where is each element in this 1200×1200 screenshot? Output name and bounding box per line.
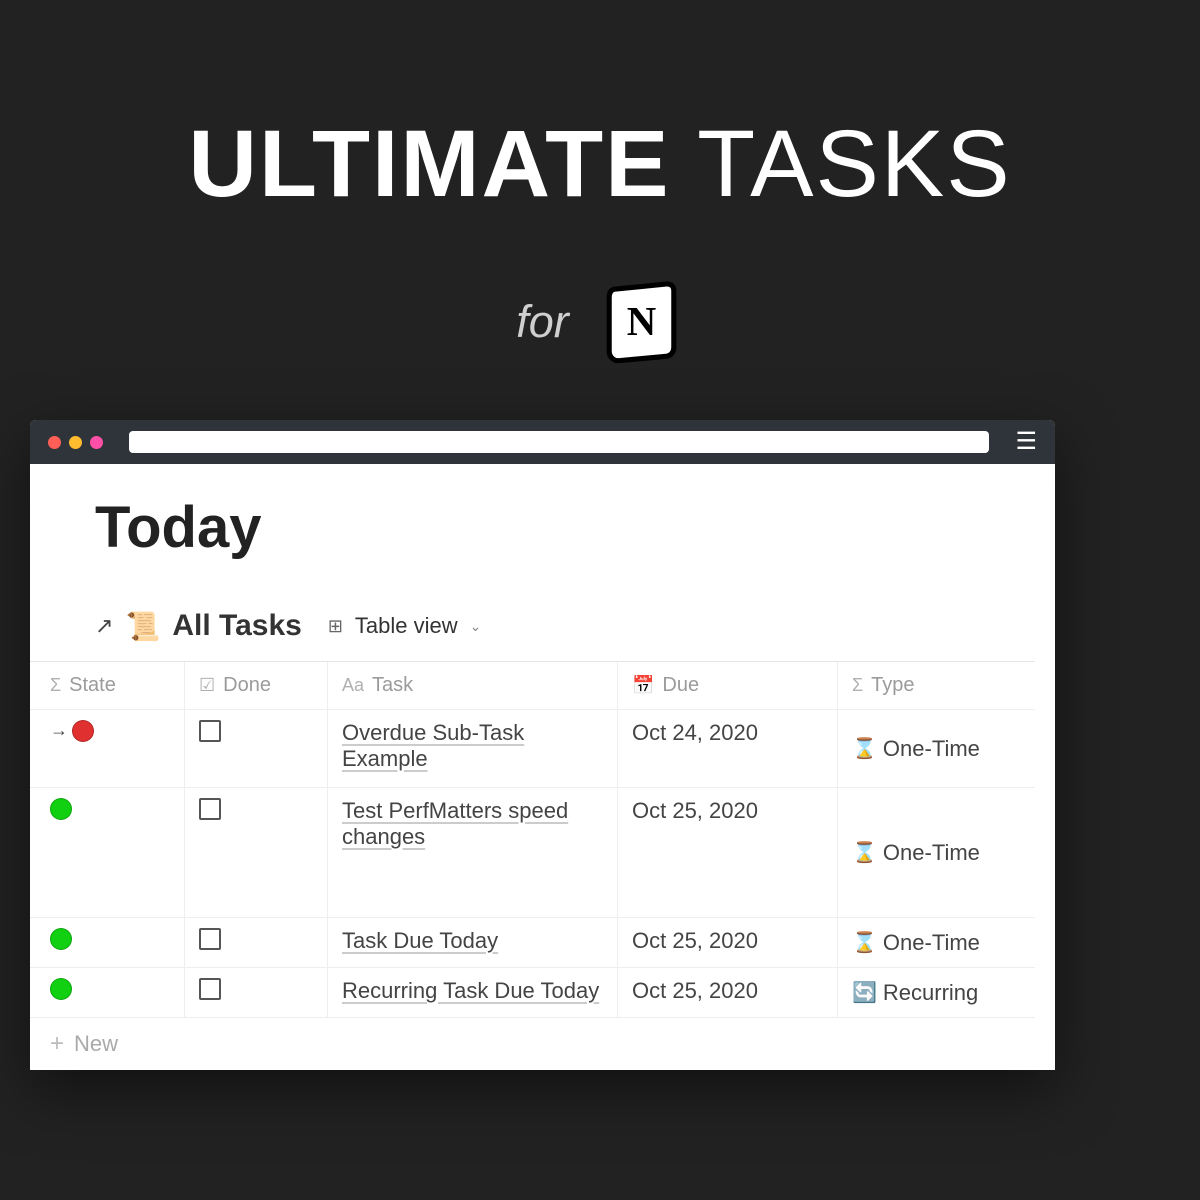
- state-dot-green-icon: [50, 798, 72, 820]
- table-row[interactable]: Recurring Task Due Today Oct 25, 2020 🔄R…: [30, 968, 1035, 1018]
- for-row: for N: [0, 279, 1200, 364]
- cell-task[interactable]: Overdue Sub-Task Example: [328, 710, 618, 787]
- cell-type: ⌛One-Time: [838, 918, 1035, 967]
- hero-title-bold: ULTIMATE: [188, 111, 670, 217]
- col-header-done[interactable]: ☑Done: [185, 662, 328, 709]
- address-bar[interactable]: [129, 431, 989, 453]
- table-row[interactable]: → Overdue Sub-Task Example Oct 24, 2020 …: [30, 710, 1035, 788]
- done-checkbox[interactable]: [199, 978, 221, 1000]
- cell-due[interactable]: Oct 25, 2020: [618, 918, 838, 967]
- table-row[interactable]: Task Due Today Oct 25, 2020 ⌛One-Time: [30, 918, 1035, 968]
- cell-state: →: [30, 710, 185, 787]
- cell-state: [30, 968, 185, 1017]
- notion-logo-icon: N: [599, 279, 684, 364]
- database-title[interactable]: All Tasks: [172, 609, 302, 643]
- view-controls: ↗ 📜 All Tasks ⊞ Table view ⌄: [95, 609, 1035, 643]
- for-text: for: [516, 296, 569, 348]
- checkbox-icon: ☑: [199, 675, 215, 696]
- cell-done: [185, 710, 328, 787]
- col-header-task[interactable]: AaTask: [328, 662, 618, 709]
- col-header-state[interactable]: ΣState: [30, 662, 185, 709]
- page-content: Today ↗ 📜 All Tasks ⊞ Table view ⌄ ΣStat…: [30, 464, 1055, 1070]
- done-checkbox[interactable]: [199, 720, 221, 742]
- state-dot-green-icon: [50, 978, 72, 1000]
- col-header-type[interactable]: ΣType: [838, 662, 1035, 709]
- hourglass-icon: ⌛: [852, 840, 877, 865]
- app-window: ☰ Today ↗ 📜 All Tasks ⊞ Table view ⌄ ΣSt…: [30, 420, 1055, 1070]
- cell-type: 🔄Recurring: [838, 968, 1035, 1017]
- page-title: Today: [95, 494, 1035, 561]
- table-row[interactable]: Test PerfMatters speed changes Oct 25, 2…: [30, 788, 1035, 918]
- hourglass-icon: ⌛: [852, 736, 877, 761]
- text-icon: Aa: [342, 675, 364, 696]
- cell-task[interactable]: Task Due Today: [328, 918, 618, 967]
- state-dot-red-icon: [72, 720, 94, 742]
- maximize-dot-icon[interactable]: [90, 436, 103, 449]
- cell-due[interactable]: Oct 25, 2020: [618, 968, 838, 1017]
- view-mode-selector[interactable]: Table view: [355, 613, 458, 639]
- table-icon: ⊞: [328, 616, 343, 637]
- cell-state: [30, 788, 185, 917]
- tasks-table: ΣState ☑Done AaTask 📅Due ΣType → Overdue…: [30, 661, 1035, 1070]
- hero-banner: ULTIMATE TASKS for N: [0, 0, 1200, 364]
- done-checkbox[interactable]: [199, 798, 221, 820]
- menu-icon[interactable]: ☰: [1015, 430, 1037, 454]
- table-header-row: ΣState ☑Done AaTask 📅Due ΣType: [30, 662, 1035, 710]
- calendar-icon: 📅: [632, 675, 654, 696]
- cell-task[interactable]: Recurring Task Due Today: [328, 968, 618, 1017]
- col-header-due[interactable]: 📅Due: [618, 662, 838, 709]
- new-row-button[interactable]: + New: [30, 1018, 1035, 1070]
- open-link-icon[interactable]: ↗: [95, 613, 113, 639]
- svg-text:N: N: [627, 299, 656, 344]
- subtask-arrow-icon: →: [50, 720, 68, 741]
- titlebar: ☰: [30, 420, 1055, 464]
- formula-icon: Σ: [50, 675, 61, 696]
- formula-icon: Σ: [852, 675, 863, 696]
- cell-due[interactable]: Oct 25, 2020: [618, 788, 838, 917]
- cell-task[interactable]: Test PerfMatters speed changes: [328, 788, 618, 917]
- hero-title: ULTIMATE TASKS: [0, 110, 1200, 219]
- cell-type: ⌛One-Time: [838, 710, 1035, 787]
- hourglass-icon: ⌛: [852, 930, 877, 955]
- cell-done: [185, 918, 328, 967]
- state-dot-green-icon: [50, 928, 72, 950]
- hero-title-light: TASKS: [697, 111, 1011, 217]
- close-dot-icon[interactable]: [48, 436, 61, 449]
- done-checkbox[interactable]: [199, 928, 221, 950]
- recurring-icon: 🔄: [852, 980, 877, 1005]
- plus-icon: +: [50, 1030, 64, 1058]
- cell-type: ⌛One-Time: [838, 788, 1035, 917]
- cell-done: [185, 788, 328, 917]
- cell-state: [30, 918, 185, 967]
- cell-done: [185, 968, 328, 1017]
- chevron-down-icon[interactable]: ⌄: [470, 618, 482, 635]
- cell-due[interactable]: Oct 24, 2020: [618, 710, 838, 787]
- window-controls: [48, 436, 103, 449]
- scroll-icon: 📜: [125, 610, 160, 643]
- minimize-dot-icon[interactable]: [69, 436, 82, 449]
